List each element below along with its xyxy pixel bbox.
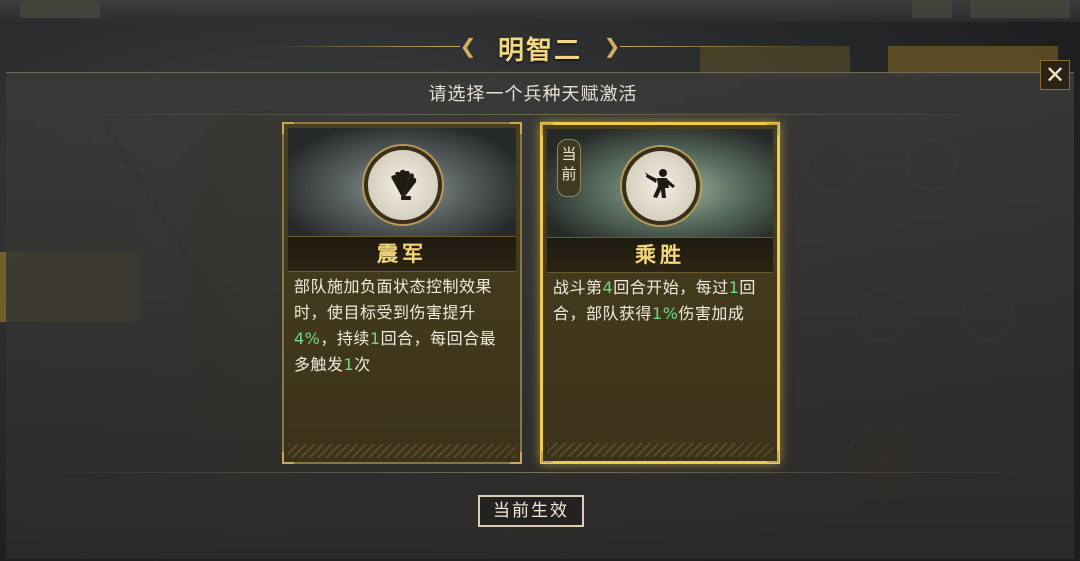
modal-title-bar: ❮ 明智二 ❯ [0, 26, 1080, 66]
title-divider-left [270, 46, 460, 47]
talent-card-art [288, 128, 516, 238]
title-divider-right [620, 46, 810, 47]
talent-card-chengsheng[interactable]: 当前 乘胜 战斗第4回合开始，每过1回合，部队获得1%伤害加成 [540, 122, 780, 464]
bottom-divider [40, 472, 1030, 473]
desc-value: 1 [343, 355, 355, 374]
talent-card-name-bar: 乘胜 [547, 237, 773, 273]
desc-text: 伤害加成 [678, 304, 745, 323]
desc-value: 4% [294, 329, 321, 348]
card-bottom-pattern [547, 443, 773, 457]
talent-card-zhenjun[interactable]: 震军 部队施加负面状态控制效果时，使目标受到伤害提升4%，持续1回合，每回合最多… [282, 122, 522, 464]
talent-card-description: 部队施加负面状态控制效果时，使目标受到伤害提升4%，持续1回合，每回合最多触发1… [294, 274, 512, 378]
talent-card-name: 震军 [377, 241, 427, 266]
desc-text: 部队施加负面状态控制效果时，使目标受到伤害提升 [294, 277, 493, 322]
modal-subtitle: 请选择一个兵种天赋激活 [428, 84, 638, 105]
desc-value: 1% [652, 304, 679, 323]
current-badge: 当前 [557, 139, 581, 197]
desc-value: 4 [602, 278, 614, 297]
current-badge-label: 当前 [561, 145, 577, 183]
talent-card-description: 战斗第4回合开始，每过1回合，部队获得1%伤害加成 [553, 275, 769, 327]
card-bottom-pattern [288, 444, 516, 458]
subtitle-divider [20, 114, 1050, 115]
talent-card-name-bar: 震军 [288, 236, 516, 272]
fan-feather-icon [364, 146, 442, 224]
desc-text: 次 [354, 355, 371, 374]
desc-text: 战斗第 [553, 278, 603, 297]
desc-value: 1 [728, 278, 740, 297]
desc-text: 回合开始，每过 [613, 278, 729, 297]
warrior-silhouette-icon [622, 147, 700, 225]
title-ornament-right-icon: ❯ [603, 34, 621, 58]
title-ornament-left-icon: ❮ [459, 34, 477, 58]
desc-value: 1 [369, 329, 381, 348]
modal-title: 明智二 [497, 36, 582, 66]
desc-text: ，持续 [320, 329, 370, 348]
talent-card-name: 乘胜 [635, 242, 685, 267]
currently-active-button[interactable]: 当前生效 [478, 495, 584, 527]
